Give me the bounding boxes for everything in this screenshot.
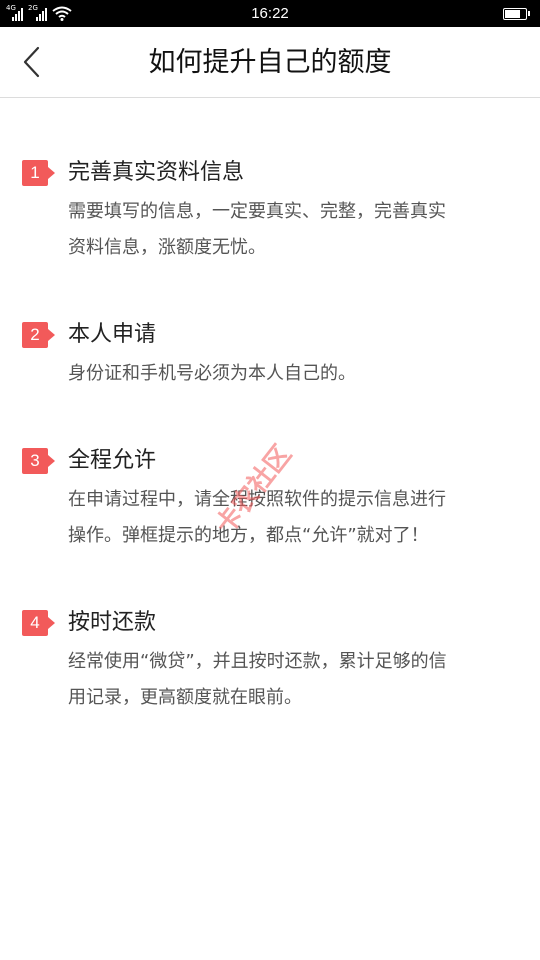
step-number-badge: 1 xyxy=(22,160,55,186)
signal-2-icon: 2G xyxy=(28,3,48,21)
signal-1-icon: 4G xyxy=(6,3,24,21)
step-description-line: 操作。弹框提示的地方，都点“允许”就对了！ xyxy=(68,525,429,546)
step-description-line: 经常使用“微贷”，并且按时还款，累计足够的信 xyxy=(68,651,447,672)
step-description: 经常使用“微贷”，并且按时还款，累计足够的信 用记录，更高额度就在眼前。 xyxy=(68,644,516,716)
step-description-line: 资料信息，涨额度无忧。 xyxy=(68,237,266,258)
step-description: 需要填写的信息，一定要真实、完整，完善真实 资料信息，涨额度无忧。 xyxy=(68,194,516,266)
network-type-1: 4G xyxy=(6,3,16,12)
step-title: 按时还款 xyxy=(68,610,157,635)
step-header: 4 按时还款 xyxy=(22,610,156,636)
step-header: 3 全程允许 xyxy=(22,448,156,474)
step-description: 身份证和手机号必须为本人自己的。 xyxy=(68,356,516,392)
status-time: 16:22 xyxy=(251,5,289,22)
page-title: 如何提升自己的额度 xyxy=(148,47,392,78)
step-title: 全程允许 xyxy=(68,448,157,473)
battery-level xyxy=(505,9,520,18)
step-description-line: 身份证和手机号必须为本人自己的。 xyxy=(68,363,356,384)
step-description-line: 需要填写的信息，一定要真实、完整，完善真实 xyxy=(68,201,446,222)
network-type-2: 2G xyxy=(28,3,38,12)
step-title: 本人申请 xyxy=(68,322,157,347)
status-bar-left: 4G 2G xyxy=(6,3,72,21)
step-description: 在申请过程中，请全程按照软件的提示信息进行 操作。弹框提示的地方，都点“允许”就… xyxy=(68,482,516,554)
battery-icon xyxy=(503,7,530,20)
step-description-line: 用记录，更高额度就在眼前。 xyxy=(68,687,302,708)
wifi-icon xyxy=(52,6,72,21)
step-header: 1 完善真实资料信息 xyxy=(22,160,244,186)
step-title: 完善真实资料信息 xyxy=(68,160,245,185)
step-number-badge: 3 xyxy=(22,448,55,474)
step-header: 2 本人申请 xyxy=(22,322,156,348)
nav-bar: 如何提升自己的额度 xyxy=(0,27,540,98)
step-number-badge: 2 xyxy=(22,322,55,348)
status-bar: 4G 2G 16:22 xyxy=(0,0,540,27)
step-number-badge: 4 xyxy=(22,610,55,636)
step-description-line: 在申请过程中，请全程按照软件的提示信息进行 xyxy=(68,489,446,510)
